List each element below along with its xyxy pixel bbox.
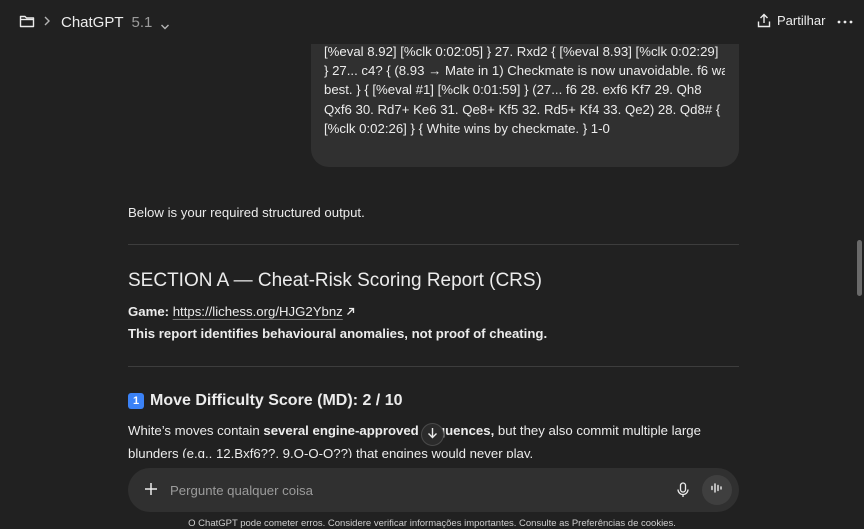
share-label: Partilhar [777,13,826,28]
share-icon [757,13,771,28]
report-note: This report identifies behavioural anoma… [128,326,548,341]
user-message-line: best. } { [%eval #1] [%clk 0:01:59] } (2… [324,82,702,98]
intro-text: Below is your required structured output… [128,205,365,220]
model-version: 5.1 [131,13,153,31]
chevron-right-icon [43,15,51,27]
user-message-line: } 27... c4? { (8.93 → Mate in 1) Checkma… [324,63,725,79]
share-button[interactable]: Partilhar [757,13,825,28]
external-link-icon [346,304,355,315]
divider [128,244,739,245]
scroll-down-button[interactable] [421,423,444,446]
composer [128,468,739,512]
md-para-text: White’s moves contain [128,423,264,438]
scrollbar-thumb[interactable] [857,240,862,296]
microphone-icon[interactable] [676,482,690,498]
game-line: Game: https://lichess.org/HJG2Ybnz [128,304,355,319]
user-message-line: [%eval 8.92] [%clk 0:02:05] } 27. Rxd2 {… [324,44,719,59]
divider [128,366,739,367]
md-heading-text: Move Difficulty Score (MD): 2 / 10 [150,392,403,409]
top-bar: ChatGPT 5.1 Partilhar [0,0,864,44]
md-score-heading: 1 Move Difficulty Score (MD): 2 / 10 [128,392,403,410]
prompt-input[interactable] [170,480,650,500]
voice-mode-button[interactable] [702,475,732,505]
waveform-icon [710,481,724,499]
game-label: Game: [128,304,170,319]
more-options-button[interactable] [836,14,854,30]
keycap-one-icon: 1 [128,393,144,409]
user-message-line: Qxf6 30. Rd7+ Ke6 31. Qe8+ Kf5 32. Rd5+ … [324,101,721,117]
user-message-line: [%clk 0:02:26] } { White wins by checkma… [324,120,610,136]
model-selector-button[interactable]: ChatGPT 5.1 [61,12,170,32]
plus-icon[interactable] [144,482,158,496]
md-para-bold: several engine-approved sequences, [263,423,495,438]
folder-icon[interactable] [19,13,35,29]
footer-disclaimer: O ChatGPT pode cometer erros. Considere … [188,518,676,529]
model-name: ChatGPT [61,13,124,31]
section-title: SECTION A — Cheat-Risk Scoring Report (C… [128,270,542,291]
arrow-down-icon [427,426,438,444]
chevron-down-icon [160,18,170,30]
game-link[interactable]: https://lichess.org/HJG2Ybnz [173,304,343,319]
